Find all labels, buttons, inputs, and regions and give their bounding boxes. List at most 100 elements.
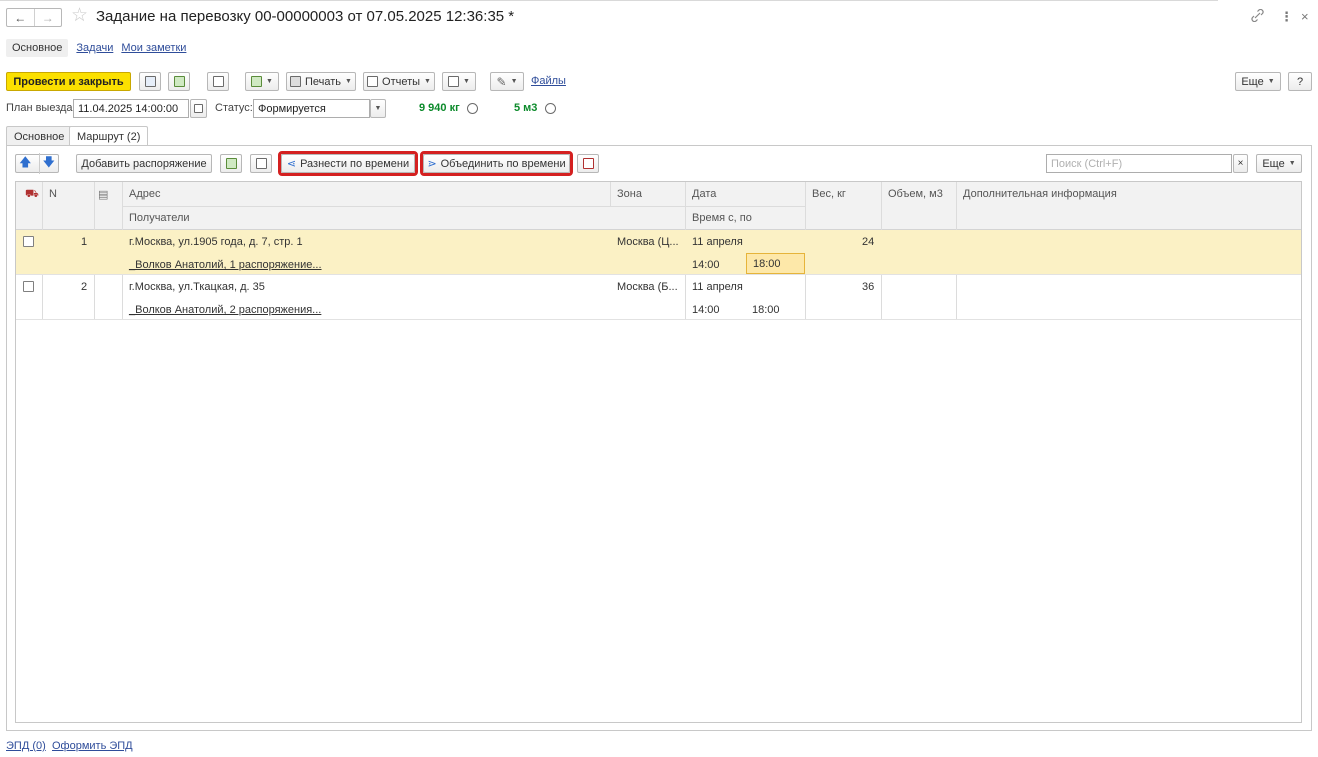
plan-label: План выезда: [6,102,76,114]
volume-indicator-icon [545,103,556,114]
route-more-label: Еще [1262,157,1285,170]
table-row[interactable]: 2 г.Москва, ул.Ткацкая, д. 35 _Волков Ан… [16,275,1301,320]
section-links: Основное Задачи Мои заметки [6,38,186,58]
forward-icon[interactable]: → [33,9,62,26]
menu-icon[interactable]: ⋮ [1280,9,1293,25]
row-checkbox[interactable] [23,236,34,247]
create-based-icon [251,76,263,87]
chevron-down-icon: ▼ [1267,78,1275,85]
journal-button[interactable] [207,72,229,91]
attachments-menu-button[interactable]: ▼ [442,72,476,91]
truck-icon: ⛟ [25,188,39,200]
header-date[interactable]: Дата [692,188,716,200]
attach-doc-icon [448,76,460,87]
more-button[interactable]: Еще ▼ [1235,72,1281,91]
files-link[interactable]: Файлы [531,75,566,87]
calendar-button[interactable] [190,99,207,118]
tab-route[interactable]: Маршрут (2) [69,126,149,147]
chevron-down-icon: ▼ [374,105,382,112]
route-more-button[interactable]: Еще ▼ [1256,154,1302,173]
row-checkbox[interactable] [23,281,34,292]
status-dropdown-button[interactable]: ▼ [370,99,386,118]
header-address[interactable]: Адрес [129,188,161,200]
add-order-button[interactable]: Добавить распоряжение [76,154,212,173]
copy-button[interactable] [250,154,272,173]
row-weight: 36 [862,281,875,293]
header-info[interactable]: Дополнительная информация [963,188,1117,200]
row-time-from: 14:00 [692,259,720,271]
section-notes[interactable]: Мои заметки [121,42,186,54]
copy-icon [255,158,267,169]
row-recipients-link[interactable]: _Волков Анатолий, 1 распоряжение... [129,259,322,271]
row-number: 2 [81,281,88,293]
calendar-icon [194,104,203,113]
make-epd-link[interactable]: Оформить ЭПД [52,740,133,752]
clear-search-button[interactable]: × [1233,154,1248,173]
row-time-to: 18:00 [752,304,780,316]
header-weight[interactable]: Вес, кг [812,188,846,200]
window-title: Задание на перевозку 00-00000003 от 07.0… [96,8,515,25]
post-and-close-button[interactable]: Провести и закрыть [6,72,131,91]
row-address: г.Москва, ул.Ткацкая, д. 35 [129,281,265,293]
chevron-down-icon: ▼ [345,78,352,85]
row-weight: 24 [862,236,875,248]
help-button[interactable]: ? [1288,72,1312,91]
chevron-down-icon: ▼ [1288,160,1296,167]
chevron-down-icon: ▼ [424,78,431,85]
header-divider [122,206,806,207]
section-main[interactable]: Основное [6,39,69,57]
header-time[interactable]: Время с, по [692,212,752,224]
tab-main[interactable]: Основное [6,126,73,146]
header-n[interactable]: N [49,188,57,200]
weight-indicator-icon [467,103,478,114]
header-doc-icon: ▤ [98,189,109,201]
split-highlight [278,151,418,176]
epd-link[interactable]: ЭПД (0) [6,740,46,752]
save-button[interactable] [139,72,161,91]
reports-icon [367,76,379,87]
paperclip-icon: ✎ [496,74,507,89]
title-bar: ← → ☆ Задание на перевозку 00-00000003 о… [0,0,1318,34]
delete-doc-icon [582,158,594,169]
table-header: ⛟ N ▤ Адрес Получатели Зона Дата Время с… [16,182,1301,230]
row-address: г.Москва, ул.1905 года, д. 7, стр. 1 [129,236,303,248]
section-tasks[interactable]: Задачи [76,42,113,54]
row-time-from: 14:00 [692,304,720,316]
post-button[interactable] [168,72,190,91]
status-select[interactable]: Формируется [253,99,370,118]
link-icon[interactable] [1251,8,1264,25]
row-date: 11 апреля [692,236,743,248]
col-divider [610,182,611,206]
back-icon[interactable]: ← [7,9,34,26]
refresh-button[interactable] [220,154,242,173]
create-based-on-button[interactable]: ▼ [245,72,279,91]
nav-buttons: ← → [6,8,62,27]
paperclip-button[interactable]: ✎ ▼ [490,72,524,91]
close-icon[interactable]: × [1301,9,1309,24]
plan-date-input[interactable]: 11.04.2025 14:00:00 [73,99,189,118]
save-icon [144,76,156,87]
reports-button[interactable]: Отчеты ▼ [363,72,435,91]
route-table: ⛟ N ▤ Адрес Получатели Зона Дата Время с… [15,181,1302,723]
post-document-icon [173,76,185,87]
row-time-to-input[interactable]: 18:00 [746,253,805,274]
row-date: 11 апреля [692,281,743,293]
chevron-down-icon: ▼ [266,78,273,85]
row-recipients-link[interactable]: _Волков Анатолий, 2 распоряжения... [129,304,321,316]
header-volume[interactable]: Объем, м3 [888,188,943,200]
reports-label: Отчеты [382,75,421,88]
search-input[interactable]: Поиск (Ctrl+F) [1046,154,1232,173]
favorite-star-icon[interactable]: ☆ [71,6,88,26]
move-up-icon[interactable]: 🡅 [16,153,35,174]
journal-icon [212,76,224,87]
header-recipients[interactable]: Получатели [129,212,190,224]
move-down-icon[interactable]: 🡇 [38,153,59,174]
row-number: 1 [81,236,88,248]
delete-order-button[interactable] [577,154,599,173]
status-label: Статус: [215,102,253,114]
header-zone[interactable]: Зона [617,188,642,200]
top-divider [0,0,1218,1]
chevron-down-icon: ▼ [463,78,470,85]
table-row[interactable]: 1 г.Москва, ул.1905 года, д. 7, стр. 1 _… [16,230,1301,275]
print-button[interactable]: Печать ▼ [286,72,356,91]
